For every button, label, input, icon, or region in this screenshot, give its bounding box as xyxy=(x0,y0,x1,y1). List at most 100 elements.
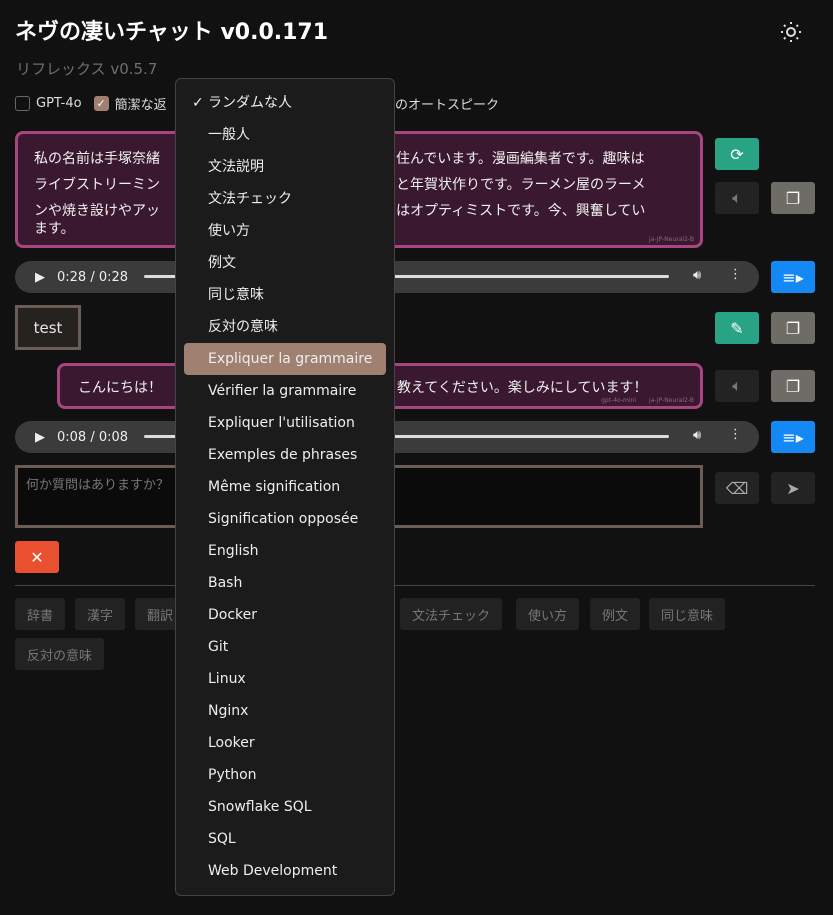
speaker-icon: 🔈︎ xyxy=(732,376,742,395)
voice-label: ja-JP-Neural2-B xyxy=(649,397,694,404)
dropdown-item-label: 反対の意味 xyxy=(208,319,278,335)
edit-icon: ✎ xyxy=(730,318,744,338)
dropdown-item[interactable]: Git xyxy=(184,631,386,663)
dropdown-item[interactable]: 一般人 xyxy=(184,119,386,151)
dropdown-item[interactable]: Même signification xyxy=(184,471,386,503)
concise-checkbox[interactable]: ✓ xyxy=(93,96,109,111)
dropdown-item-label: Linux xyxy=(208,671,246,687)
send-icon: ➤ xyxy=(786,478,800,498)
dropdown-item-label: Expliquer l'utilisation xyxy=(208,415,355,431)
playlist-button[interactable]: ≡▸ xyxy=(771,421,815,453)
dropdown-item[interactable]: 文法チェック xyxy=(184,183,386,215)
send-button[interactable]: ➤ xyxy=(771,472,815,504)
tag-button[interactable]: 辞書 xyxy=(15,598,66,630)
message-text: 教えてください。楽しみにしています！ xyxy=(397,380,648,396)
divider xyxy=(15,585,815,586)
dropdown-item[interactable]: Web Development xyxy=(184,855,386,887)
tag-button[interactable]: 同じ意味 xyxy=(649,598,726,630)
tag-button[interactable]: 例文 xyxy=(590,598,641,630)
message-text: ライブストリーミン xyxy=(34,177,160,193)
dropdown-item-label: 例文 xyxy=(208,255,236,271)
dropdown-item[interactable]: 文法説明 xyxy=(184,151,386,183)
dropdown-item[interactable]: Python xyxy=(184,759,386,791)
dropdown-item[interactable]: Linux xyxy=(184,663,386,695)
dropdown-item-label: 文法チェック xyxy=(208,191,292,207)
user-message: test xyxy=(15,305,81,350)
copy-button[interactable]: ❐ xyxy=(771,182,815,214)
dropdown-item[interactable]: Bash xyxy=(184,567,386,599)
dropdown-item[interactable]: English xyxy=(184,535,386,567)
model-label: gpt-4o-mini xyxy=(601,397,636,404)
dropdown-item-label: Expliquer la grammaire xyxy=(208,351,373,367)
dropdown-item-label: ランダムな人 xyxy=(208,95,292,111)
dropdown-item-label: 同じ意味 xyxy=(208,287,264,303)
dropdown-item-label: Git xyxy=(208,639,229,655)
playlist-icon: ≡▸ xyxy=(782,427,804,447)
gpt4o-label: GPT-4o xyxy=(36,96,82,111)
persona-dropdown-menu[interactable]: ✓ ランダムな人 一般人 文法説明 文法チェック 使い方 例文 同じ意味 反対の意味 Expliq… xyxy=(175,78,395,896)
audio-time: 0:28 / 0:28 xyxy=(57,269,129,285)
playlist-button[interactable]: ≡▸ xyxy=(771,261,815,293)
regenerate-button[interactable]: ⟳ xyxy=(715,138,759,170)
dropdown-item-label: SQL xyxy=(208,831,236,847)
dropdown-item[interactable]: 使い方 xyxy=(184,215,386,247)
dropdown-item-label: Looker xyxy=(208,735,255,751)
play-icon[interactable]: ▶ xyxy=(35,430,45,445)
speak-button[interactable]: 🔈︎ xyxy=(715,370,759,402)
dropdown-item[interactable]: Snowflake SQL xyxy=(184,791,386,823)
edit-button[interactable]: ✎ xyxy=(715,312,759,344)
dropdown-item[interactable]: Exemples de phrases xyxy=(184,439,386,471)
check-icon: ✓ xyxy=(192,95,204,111)
dropdown-item-label: Bash xyxy=(208,575,243,591)
dropdown-item[interactable]: 例文 xyxy=(184,247,386,279)
dropdown-item[interactable]: ✓ ランダムな人 xyxy=(184,87,386,119)
tag-button[interactable]: 反対の意味 xyxy=(15,638,105,670)
dropdown-item-label: Même signification xyxy=(208,479,341,495)
sun-icon[interactable] xyxy=(779,20,803,44)
copy-button[interactable]: ❐ xyxy=(771,312,815,344)
cancel-button[interactable]: ✕ xyxy=(15,541,59,573)
tag-button[interactable]: 漢字 xyxy=(75,598,126,630)
dropdown-item[interactable]: 同じ意味 xyxy=(184,279,386,311)
close-icon: ✕ xyxy=(30,547,44,567)
message-text: 住んでいます。漫画編集者です。趣味は xyxy=(396,151,645,167)
dropdown-item-label: Snowflake SQL xyxy=(208,799,312,815)
more-icon[interactable]: ⋮ xyxy=(729,427,742,442)
eraser-icon: ⌫ xyxy=(725,478,749,498)
playlist-icon: ≡▸ xyxy=(782,267,804,287)
dropdown-item-label: Vérifier la grammaire xyxy=(208,383,357,399)
message-text: ンや焼き設けやアッ xyxy=(34,203,160,219)
message-text: と年賀状作りです。ラーメン屋のラーメ xyxy=(396,177,646,193)
message-text: はオプティミストです。今、興奮してい xyxy=(396,203,646,219)
dropdown-item-label: 一般人 xyxy=(208,127,250,143)
dropdown-item[interactable]: Expliquer l'utilisation xyxy=(184,407,386,439)
message-text: 私の名前は手塚奈緒 xyxy=(34,151,160,167)
dropdown-item[interactable]: Signification opposée xyxy=(184,503,386,535)
refresh-icon: ⟳ xyxy=(730,144,744,164)
dropdown-item[interactable]: Vérifier la grammaire xyxy=(184,375,386,407)
clear-button[interactable]: ⌫ xyxy=(715,472,759,504)
dropdown-item[interactable]: 反対の意味 xyxy=(184,311,386,343)
app-title: ネヴの凄いチャット v0.0.171 xyxy=(15,20,329,45)
tag-button[interactable]: 使い方 xyxy=(516,598,580,630)
concise-label: 簡潔な返 xyxy=(114,98,167,113)
copy-icon: ❐ xyxy=(785,188,801,208)
dropdown-item[interactable]: SQL xyxy=(184,823,386,855)
dropdown-item[interactable]: Expliquer la grammaire xyxy=(184,343,386,375)
volume-icon[interactable]: 🔊︎ xyxy=(693,428,701,443)
copy-button[interactable]: ❐ xyxy=(771,370,815,402)
speak-button[interactable]: 🔈︎ xyxy=(715,182,759,214)
tag-button[interactable]: 文法チェック xyxy=(400,598,503,630)
dropdown-item[interactable]: Looker xyxy=(184,727,386,759)
volume-icon[interactable]: 🔊︎ xyxy=(693,268,701,283)
options-row: GPT-4o ✓ 簡潔な返 xyxy=(15,94,167,113)
play-icon[interactable]: ▶ xyxy=(35,270,45,285)
dropdown-item-label: Exemples de phrases xyxy=(208,447,358,463)
dropdown-item[interactable]: Docker xyxy=(184,599,386,631)
message-text: ます。 xyxy=(34,221,75,237)
gpt4o-checkbox[interactable] xyxy=(15,96,30,111)
more-icon[interactable]: ⋮ xyxy=(729,267,742,282)
voice-label: ja-JP-Neural2-B xyxy=(649,236,694,243)
dropdown-item-label: 文法説明 xyxy=(208,159,264,175)
dropdown-item[interactable]: Nginx xyxy=(184,695,386,727)
